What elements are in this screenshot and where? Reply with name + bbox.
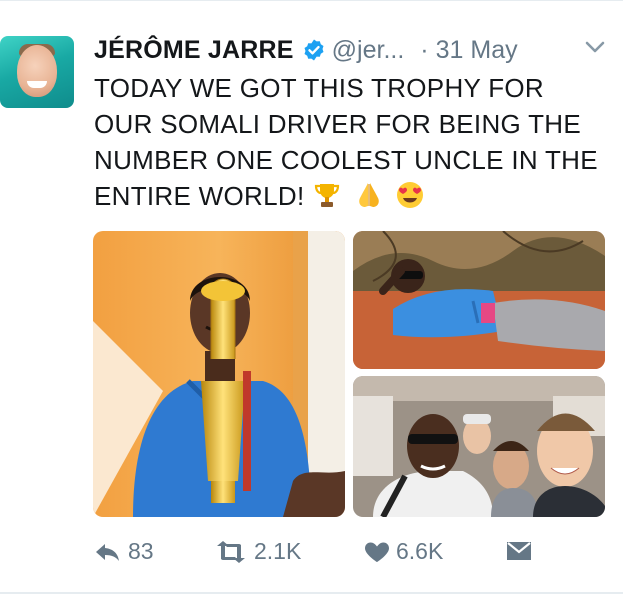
tweet-date[interactable]: 31 May [436,36,518,65]
car-selfie-photo[interactable] [353,376,605,517]
reply-count: 83 [128,538,154,564]
tweet-body: TODAY WE GOT THIS TROPHY FOR OUR SOMALI … [94,73,598,211]
reply-icon [96,543,119,561]
chevron-down-icon[interactable] [584,40,606,54]
retweet-icon [217,540,245,563]
separator-dot: · [420,35,429,64]
like-count: 6.6K [396,538,444,564]
author-handle[interactable]: @jer... [332,36,405,65]
retweet-count: 2.1K [254,538,302,564]
tweet-header: JÉRÔME JARRE @jer... · 31 May [94,34,518,66]
direct-message-icon [507,542,531,560]
retweet-button[interactable]: 2.1K [214,538,301,565]
top-divider [0,0,623,1]
verified-badge-icon [304,39,324,61]
avatar[interactable] [0,36,74,108]
lying-in-desert-photo[interactable] [353,231,605,369]
trophy-photo[interactable] [93,231,345,517]
heart-icon [365,542,389,562]
folded-hands-emoji [358,183,379,207]
trophy-emoji [314,184,340,207]
like-button[interactable]: 6.6K [364,538,443,565]
direct-message-button[interactable] [506,540,538,562]
reply-button[interactable]: 83 [94,538,154,565]
tweet-text: TODAY WE GOT THIS TROPHY FOR OUR SOMALI … [94,70,604,214]
heart-eyes-emoji [397,182,424,208]
author-name[interactable]: JÉRÔME JARRE [94,36,294,65]
